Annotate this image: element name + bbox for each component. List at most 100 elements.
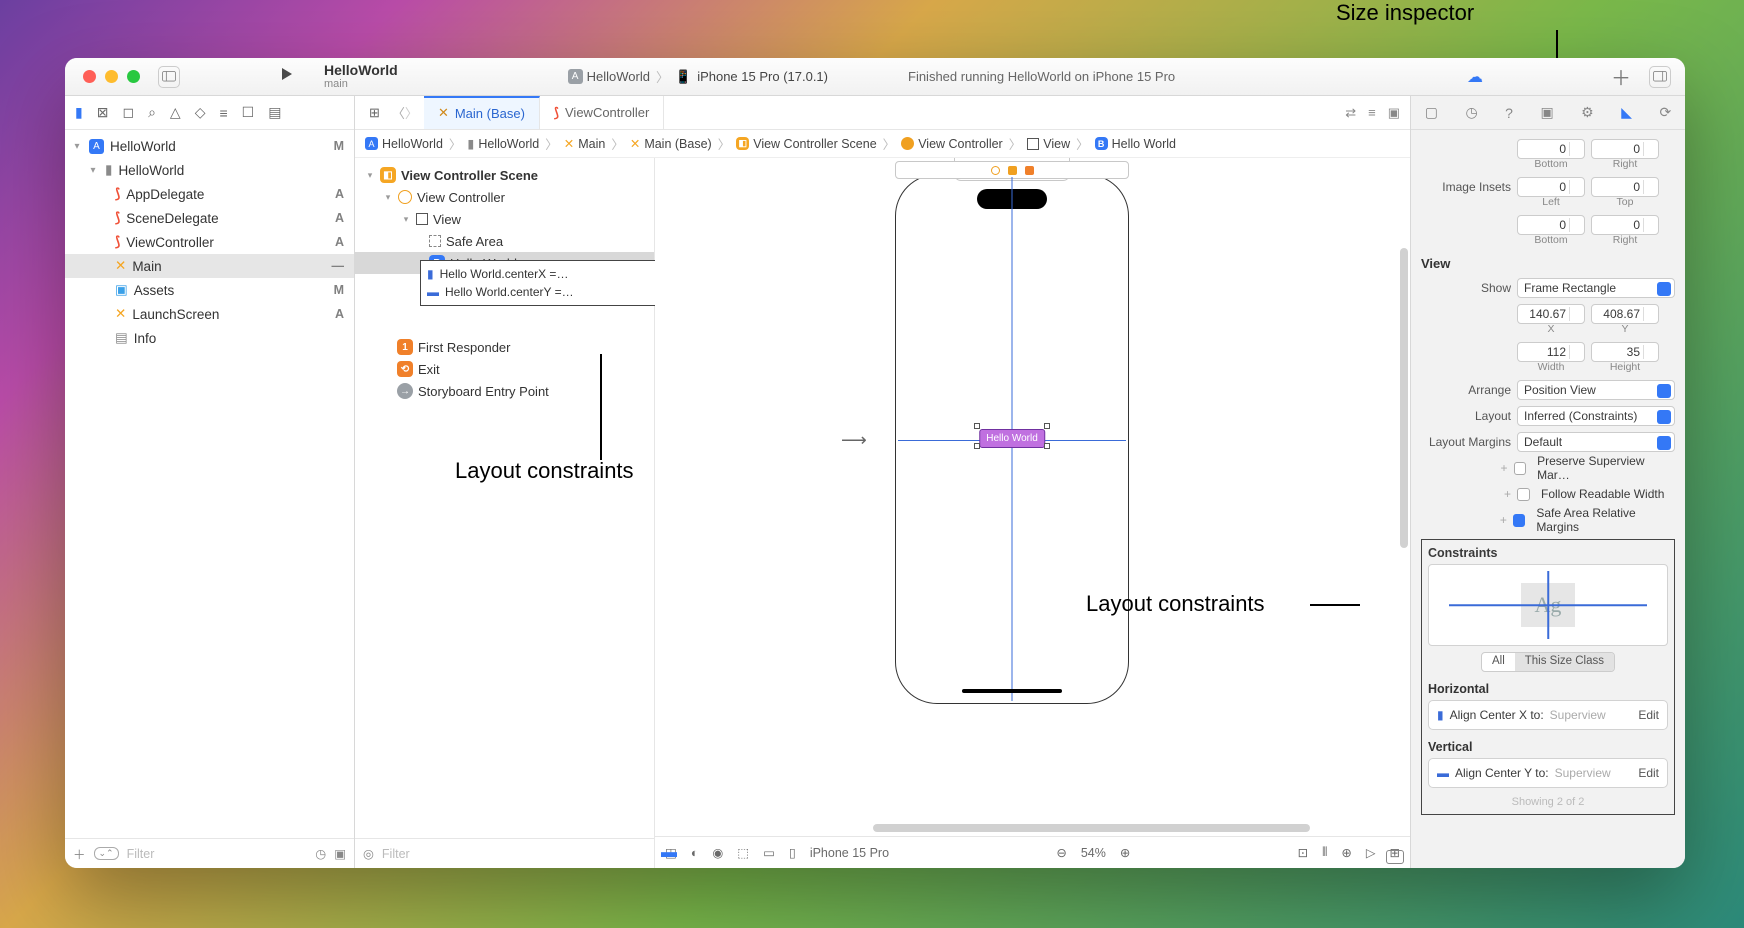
vertical-scrollbar[interactable] bbox=[1400, 248, 1408, 548]
tab-viewcontroller[interactable]: ⟆ViewController bbox=[540, 96, 664, 129]
edit-button[interactable]: Edit bbox=[1638, 708, 1659, 722]
filter-icon[interactable]: ◎ bbox=[363, 846, 374, 861]
readable-checkbox[interactable] bbox=[1517, 488, 1530, 501]
ib-canvas[interactable]: View Controller Hello World ⟶ bbox=[655, 158, 1410, 868]
navigator-filter[interactable]: ＋ ⌄⌃ Filter ◷ ▣ bbox=[65, 838, 354, 868]
minimize-icon[interactable] bbox=[105, 70, 118, 83]
connections-inspector-icon[interactable]: ⟳ bbox=[1659, 104, 1671, 121]
width-field[interactable]: 112 bbox=[1517, 342, 1585, 362]
selection-handle[interactable] bbox=[1044, 443, 1050, 449]
cloud-icon[interactable]: ☁ bbox=[1467, 67, 1483, 87]
attributes-inspector-icon[interactable]: ⚙ bbox=[1581, 104, 1594, 121]
navigator-tabs[interactable]: ▮ ⊠ ◻ ⌕ △ ◇ ≡ ☐ ▤ bbox=[65, 96, 354, 130]
icon[interactable]: ▣ bbox=[334, 846, 346, 861]
traffic-lights[interactable] bbox=[65, 70, 140, 83]
icon[interactable]: ⫴ bbox=[1322, 845, 1327, 860]
nav-project[interactable]: ▾AHelloWorldM bbox=[65, 134, 354, 158]
icon[interactable]: ⊡ bbox=[1298, 845, 1308, 860]
nav-file[interactable]: ⟆ViewControllerA bbox=[65, 230, 354, 254]
outline-firstresponder[interactable]: 1First Responder bbox=[355, 336, 654, 358]
icon[interactable]: ▤ bbox=[268, 104, 281, 121]
preserve-checkbox[interactable] bbox=[1514, 462, 1527, 475]
close-icon[interactable] bbox=[83, 70, 96, 83]
identity-inspector-icon[interactable]: ▣ bbox=[1540, 104, 1553, 121]
folder-icon[interactable]: ▮ bbox=[75, 104, 83, 121]
file-inspector-icon[interactable]: ▢ bbox=[1425, 104, 1438, 121]
selection-handle[interactable] bbox=[974, 423, 980, 429]
icon[interactable]: ⬚ bbox=[737, 845, 749, 860]
safearea-checkbox[interactable] bbox=[1513, 514, 1525, 527]
show-select[interactable]: Frame Rectangle bbox=[1517, 278, 1675, 298]
outline-filter[interactable]: ◎ Filter bbox=[355, 838, 654, 868]
phone-icon[interactable]: ▯ bbox=[789, 845, 796, 860]
height-field[interactable]: 35 bbox=[1591, 342, 1659, 362]
help-inspector-icon[interactable]: ? bbox=[1505, 105, 1513, 121]
library-toggle-icon[interactable] bbox=[1649, 66, 1671, 88]
nav-file-selected[interactable]: ✕Main— bbox=[65, 254, 354, 278]
add-icon[interactable]: ＋ bbox=[73, 844, 86, 863]
selection-handle[interactable] bbox=[974, 443, 980, 449]
icon[interactable]: ☐ bbox=[242, 104, 255, 121]
constraint-centerx[interactable]: ▮Hello World.centerX =… bbox=[427, 265, 673, 283]
layout-select[interactable]: Inferred (Constraints) bbox=[1517, 406, 1675, 426]
hello-world-button[interactable]: Hello World bbox=[979, 429, 1045, 448]
run-button[interactable] bbox=[280, 67, 294, 86]
selection-handle[interactable] bbox=[1044, 423, 1050, 429]
inset-field[interactable]: 0 bbox=[1517, 177, 1585, 197]
forward-icon[interactable]: 〉 bbox=[405, 103, 418, 122]
filter-icon[interactable]: ⌄⌃ bbox=[94, 847, 119, 860]
icon[interactable]: ◐ bbox=[691, 846, 699, 860]
minimap-icon[interactable] bbox=[1386, 850, 1404, 864]
document-outline[interactable]: ▾◧View Controller Scene ▾View Controller… bbox=[355, 158, 655, 868]
nav-file[interactable]: ▣AssetsM bbox=[65, 278, 354, 302]
constraint-centery[interactable]: ▬Hello World.centerY =… bbox=[427, 283, 673, 301]
warning-icon[interactable]: △ bbox=[170, 104, 181, 121]
bookmark-icon[interactable]: ◻ bbox=[122, 104, 134, 121]
breadcrumb[interactable]: AHelloWorld〉 ▮HelloWorld〉 ✕Main〉 ✕Main (… bbox=[355, 130, 1410, 158]
icon[interactable]: ◇ bbox=[195, 104, 206, 121]
inset-field[interactable]: 0 bbox=[1591, 139, 1659, 159]
device-preview[interactable]: View Controller Hello World bbox=[895, 174, 1129, 704]
scheme-selector[interactable]: AHelloWorld 〉 📱 iPhone 15 Pro (17.0.1) bbox=[568, 67, 828, 86]
history-inspector-icon[interactable]: ◷ bbox=[1465, 104, 1477, 121]
constraint-centery-row[interactable]: ▬Align Center Y to:SuperviewEdit bbox=[1428, 758, 1668, 788]
icon[interactable]: ▷ bbox=[1366, 845, 1376, 860]
inspector-tabs[interactable]: ▢ ◷ ? ▣ ⚙ ◣ ⟳ bbox=[1411, 96, 1685, 130]
icon[interactable]: ⇄ bbox=[1345, 105, 1356, 121]
outline-scene[interactable]: ▾◧View Controller Scene bbox=[355, 164, 654, 186]
edit-button[interactable]: Edit bbox=[1638, 766, 1659, 780]
back-icon[interactable]: 〈 bbox=[392, 103, 405, 122]
zoom-level[interactable]: 54% bbox=[1081, 846, 1106, 860]
icon[interactable]: ▣ bbox=[1388, 105, 1400, 121]
tag-icon[interactable]: ▬ bbox=[661, 844, 677, 862]
search-icon[interactable]: ⌕ bbox=[148, 104, 156, 121]
y-field[interactable]: 408.67 bbox=[1591, 304, 1659, 324]
nav-file[interactable]: ✕LaunchScreenA bbox=[65, 302, 354, 326]
icon[interactable]: ▭ bbox=[763, 845, 775, 860]
clock-icon[interactable]: ◷ bbox=[315, 846, 326, 861]
outline-safearea[interactable]: Safe Area bbox=[355, 230, 654, 252]
grid-icon[interactable]: ⊞ bbox=[363, 105, 386, 121]
outline-view[interactable]: ▾View bbox=[355, 208, 654, 230]
sidebar-toggle-icon[interactable] bbox=[158, 66, 180, 88]
icon[interactable]: ◉ bbox=[712, 845, 723, 860]
icon[interactable]: ≡ bbox=[1368, 105, 1376, 121]
outline-vc[interactable]: ▾View Controller bbox=[355, 186, 654, 208]
outline-entrypoint[interactable]: →Storyboard Entry Point bbox=[355, 380, 654, 402]
device-label[interactable]: iPhone 15 Pro bbox=[810, 846, 889, 860]
zoom-out-icon[interactable]: ⊖ bbox=[1056, 845, 1066, 860]
inset-field[interactable]: 0 bbox=[1517, 215, 1585, 235]
inset-field[interactable]: 0 bbox=[1517, 139, 1585, 159]
icon[interactable]: ⊠ bbox=[97, 104, 109, 121]
nav-file[interactable]: ▤Info bbox=[65, 326, 354, 350]
nav-file[interactable]: ⟆AppDelegateA bbox=[65, 182, 354, 206]
arrange-select[interactable]: Position View bbox=[1517, 380, 1675, 400]
zoom-icon[interactable] bbox=[127, 70, 140, 83]
nav-file[interactable]: ⟆SceneDelegateA bbox=[65, 206, 354, 230]
add-button[interactable]: ＋ bbox=[1611, 62, 1631, 91]
x-field[interactable]: 140.67 bbox=[1517, 304, 1585, 324]
tab-main[interactable]: ✕Main (Base) bbox=[424, 96, 540, 129]
margins-select[interactable]: Default bbox=[1517, 432, 1675, 452]
constraint-centerx-row[interactable]: ▮Align Center X to:SuperviewEdit bbox=[1428, 700, 1668, 730]
size-inspector-icon[interactable]: ◣ bbox=[1621, 104, 1632, 121]
